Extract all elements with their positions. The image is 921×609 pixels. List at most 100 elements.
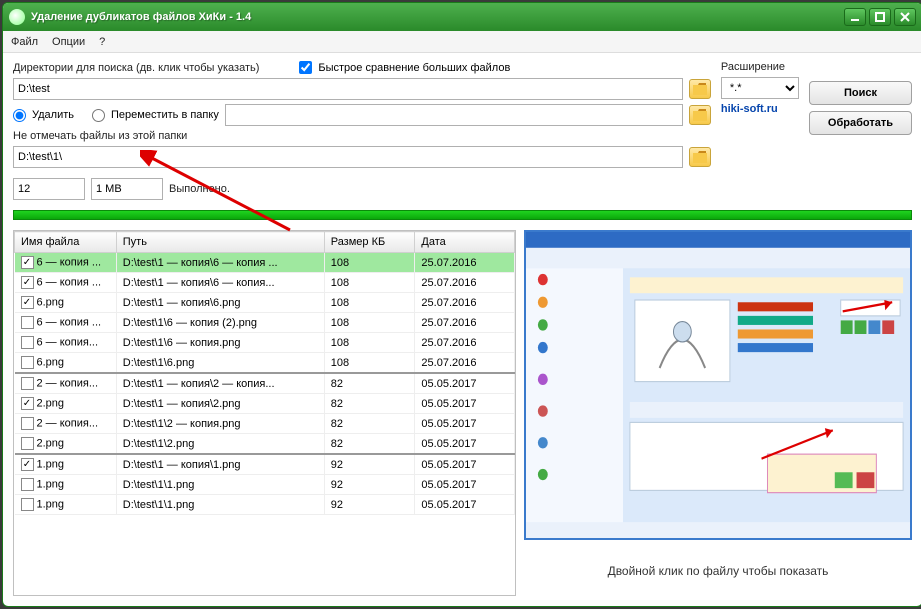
table-row[interactable]: 6 — копия... D:\test\1\6 — копия.png10825… [15,333,515,353]
size-input[interactable] [91,178,163,200]
exclude-label: Не отмечать файлы из этой папки [13,130,711,142]
delete-radio[interactable]: Удалить [13,109,74,122]
table-row[interactable]: 6 — копия ... D:\test\1\6 — копия (2).png… [15,313,515,333]
row-checkbox[interactable] [21,478,34,491]
cell-name: 2 — копия... [37,417,99,429]
cell-path: D:\test\1 — копия\1.png [116,454,324,475]
cell-name: 1.png [37,458,65,470]
cell-date: 05.05.2017 [415,495,515,515]
cell-size: 108 [324,333,415,353]
cell-name: 6 — копия ... [37,316,102,328]
move-radio[interactable]: Переместить в папку [92,109,219,122]
cell-name: 6 — копия... [37,336,99,348]
content: Директории для поиска (дв. клик чтобы ук… [3,53,921,606]
count-input[interactable] [13,178,85,200]
cell-path: D:\test\1\1.png [116,495,324,515]
minimize-button[interactable] [844,8,866,26]
cell-name: 1.png [37,498,65,510]
col-date[interactable]: Дата [415,232,515,253]
exclude-browse-button[interactable] [689,147,711,167]
cell-name: 2.png [37,397,65,409]
fastcmp-checkbox[interactable]: Быстрое сравнение больших файлов [299,61,510,74]
cell-date: 25.07.2016 [415,313,515,333]
table-row[interactable]: 6.pngD:\test\1\6.png10825.07.2016 [15,353,515,374]
cell-size: 108 [324,353,415,374]
cell-path: D:\test\1\1.png [116,475,324,495]
table-row[interactable]: 6.png D:\test\1 — копия\6.png10825.07.201… [15,293,515,313]
row-checkbox[interactable] [21,498,34,511]
row-checkbox[interactable] [21,458,34,471]
cell-size: 82 [324,373,415,394]
table-row[interactable]: 2 — копия...D:\test\1\2 — копия.png8205.… [15,414,515,434]
cell-date: 25.07.2016 [415,333,515,353]
col-name[interactable]: Имя файла [15,232,117,253]
close-button[interactable] [894,8,916,26]
row-checkbox[interactable] [21,437,34,450]
cell-size: 108 [324,293,415,313]
cell-date: 25.07.2016 [415,293,515,313]
row-checkbox[interactable] [21,417,34,430]
ext-label: Расширение [721,61,785,73]
row-checkbox[interactable] [21,377,34,390]
app-window: Удаление дубликатов файлов ХиКи - 1.4 Фа… [2,2,921,607]
preview-hint: Двойной клик по файлу чтобы показать [524,546,912,596]
cell-size: 108 [324,273,415,293]
table-row[interactable]: 1.png D:\test\1\1.png9205.05.2017 [15,495,515,515]
row-checkbox[interactable] [21,397,34,410]
exclude-input[interactable] [13,146,683,168]
app-icon [9,9,25,25]
search-button[interactable]: Поиск [809,81,912,105]
cell-name: 1.png [37,478,65,490]
col-size[interactable]: Размер КБ [324,232,415,253]
move-browse-button[interactable] [689,105,711,125]
cell-path: D:\test\1\6.png [116,353,324,374]
cell-size: 92 [324,475,415,495]
cell-name: 6 — копия ... [37,276,102,288]
cell-size: 82 [324,414,415,434]
cell-size: 92 [324,495,415,515]
website-link[interactable]: hiki-soft.ru [721,103,778,115]
cell-size: 108 [324,313,415,333]
cell-date: 25.07.2016 [415,273,515,293]
maximize-button[interactable] [869,8,891,26]
dirs-label: Директории для поиска (дв. клик чтобы ук… [13,62,259,74]
row-checkbox[interactable] [21,256,34,269]
row-checkbox[interactable] [21,296,34,309]
table-row[interactable]: 2.pngD:\test\1\2.png8205.05.2017 [15,434,515,455]
table-row[interactable]: 6 — копия ...D:\test\1 — копия\6 — копия… [15,253,515,273]
fastcmp-input[interactable] [299,61,312,74]
table-row[interactable]: 1.pngD:\test\1 — копия\1.png9205.05.2017 [15,454,515,475]
titlebar[interactable]: Удаление дубликатов файлов ХиКи - 1.4 [3,3,921,31]
cell-date: 25.07.2016 [415,353,515,374]
row-checkbox[interactable] [21,276,34,289]
move-input[interactable] [225,104,683,126]
cell-date: 05.05.2017 [415,373,515,394]
cell-path: D:\test\1\6 — копия.png [116,333,324,353]
dirs-browse-button[interactable] [689,79,711,99]
results-table[interactable]: Имя файла Путь Размер КБ Дата 6 — копия … [13,230,516,596]
table-row[interactable]: 2 — копия...D:\test\1 — копия\2 — копия.… [15,373,515,394]
menu-options[interactable]: Опции [52,36,85,48]
col-path[interactable]: Путь [116,232,324,253]
ext-select[interactable]: *.* [721,77,799,99]
table-row[interactable]: 6 — копия ... D:\test\1 — копия\6 — копия… [15,273,515,293]
cell-path: D:\test\1 — копия\6.png [116,293,324,313]
row-checkbox[interactable] [21,316,34,329]
preview-image[interactable] [524,230,912,540]
cell-size: 92 [324,454,415,475]
cell-path: D:\test\1 — копия\6 — копия... [116,273,324,293]
cell-path: D:\test\1\2.png [116,434,324,455]
process-button[interactable]: Обработать [809,111,912,135]
table-row[interactable]: 2.pngD:\test\1 — копия\2.png8205.05.2017 [15,394,515,414]
fastcmp-label: Быстрое сравнение больших файлов [318,62,510,74]
dirs-input[interactable] [13,78,683,100]
row-checkbox[interactable] [21,356,34,369]
cell-path: D:\test\1 — копия\2.png [116,394,324,414]
cell-name: 6 — копия ... [37,256,102,268]
menu-file[interactable]: Файл [11,36,38,48]
table-row[interactable]: 1.pngD:\test\1\1.png9205.05.2017 [15,475,515,495]
menu-help[interactable]: ? [99,36,105,48]
cell-name: 6.png [37,296,65,308]
cell-path: D:\test\1\6 — копия (2).png [116,313,324,333]
row-checkbox[interactable] [21,336,34,349]
